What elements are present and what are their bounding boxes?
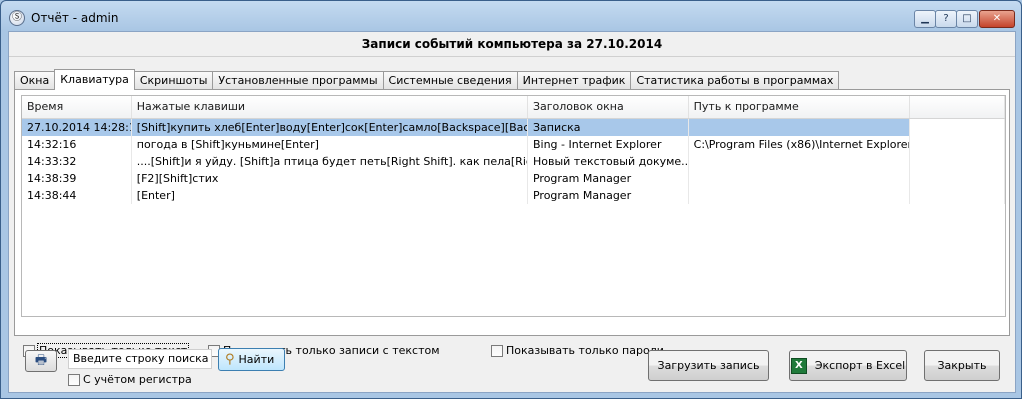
cell-time: 14:32:16 <box>22 136 132 153</box>
cell-keys: [Shift]купить хлеб[Enter]воду[Enter]сок[… <box>131 119 528 136</box>
magnifier-icon: ⚲ <box>225 352 235 367</box>
report-header: Записи событий компьютера за 27.10.2014 <box>9 32 1015 57</box>
client-area: Записи событий компьютера за 27.10.2014 … <box>8 31 1016 393</box>
report-window: Ⓢ Отчёт - admin ▁ ? □ ✕ Записи событий к… <box>0 0 1022 399</box>
window-title: Отчёт - admin <box>31 11 119 25</box>
load-record-button[interactable]: Загрузить запись <box>648 350 769 381</box>
tab-keyboard[interactable]: Клавиатура <box>54 69 135 90</box>
cell-program-path <box>689 187 911 204</box>
keystroke-table[interactable]: Время Нажатые клавиши Заголовок окна Пут… <box>21 95 1006 317</box>
column-header-empty <box>910 96 1005 118</box>
column-header-time[interactable]: Время <box>22 96 132 118</box>
table-row[interactable]: 14:32:16 погода в [Shift]куньмине[Enter]… <box>22 136 1005 153</box>
table-row[interactable]: 27.10.2014 14:28:19 [Shift]купить хлеб[E… <box>22 119 1005 136</box>
bottom-toolbar: 🖶 Введите строку поиска ⚲ Найти С учётом… <box>9 332 1015 394</box>
help-button[interactable]: ? <box>935 10 957 28</box>
table-header: Время Нажатые клавиши Заголовок окна Пут… <box>22 96 1005 119</box>
keyboard-panel: Время Нажатые клавиши Заголовок окна Пут… <box>14 89 1010 358</box>
table-row[interactable]: 14:38:44 [Enter] Program Manager <box>22 187 1005 204</box>
find-button[interactable]: ⚲ Найти <box>218 348 285 371</box>
tab-internet-traffic[interactable]: Интернет трафик <box>516 71 632 90</box>
cell-program-path <box>689 153 911 170</box>
maximize-button[interactable]: □ <box>956 10 978 28</box>
tab-screenshots[interactable]: Скриншоты <box>133 71 214 90</box>
table-row[interactable]: 14:33:32 ....[Shift]и я уйду. [Shift]а п… <box>22 153 1005 170</box>
export-excel-label: Экспорт в Excel <box>814 359 906 372</box>
cell-program-path: C:\Program Files (x86)\Internet Explorer… <box>689 136 911 153</box>
load-record-label: Загрузить запись <box>657 359 760 372</box>
cell-time: 14:38:44 <box>22 187 132 204</box>
table-row[interactable]: 14:38:39 [F2][Shift]стих Program Manager <box>22 170 1005 187</box>
case-sensitive-checkbox[interactable]: С учётом регистра <box>68 373 192 386</box>
tab-installed-programs[interactable]: Установленные программы <box>212 71 384 90</box>
close-button[interactable]: Закрыть <box>924 350 1000 381</box>
cell-time: 14:38:39 <box>22 170 132 187</box>
tab-system-info[interactable]: Системные сведения <box>382 71 518 90</box>
close-window-button[interactable]: ✕ <box>979 10 1015 28</box>
cell-window-title: Записка <box>527 119 689 136</box>
case-sensitive-label: С учётом регистра <box>83 373 192 386</box>
cell-program-path <box>688 119 911 136</box>
cell-keys: [Enter] <box>132 187 528 204</box>
printer-icon: 🖶 <box>34 353 48 368</box>
cell-window-title: Новый текстовый докуме... <box>528 153 689 170</box>
export-excel-button[interactable]: X Экспорт в Excel <box>789 350 907 381</box>
excel-icon: X <box>790 357 807 374</box>
find-button-label: Найти <box>238 353 275 366</box>
minimize-button[interactable]: ▁ <box>914 10 936 28</box>
close-button-label: Закрыть <box>937 359 987 372</box>
cell-keys: погода в [Shift]куньмине[Enter] <box>132 136 528 153</box>
column-header-keys[interactable]: Нажатые клавиши <box>132 96 528 118</box>
cell-program-path <box>689 170 911 187</box>
print-button[interactable]: 🖶 <box>25 350 57 372</box>
cell-time: 27.10.2014 14:28:19 <box>22 119 132 136</box>
column-header-window-title[interactable]: Заголовок окна <box>528 96 689 118</box>
cell-time: 14:33:32 <box>22 153 132 170</box>
cell-keys: [F2][Shift]стих <box>132 170 528 187</box>
tab-bar: Окна Клавиатура Скриншоты Установленные … <box>14 69 840 90</box>
cell-window-title: Program Manager <box>528 187 689 204</box>
cell-window-title: Program Manager <box>528 170 689 187</box>
title-bar[interactable]: Ⓢ Отчёт - admin ▁ ? □ ✕ <box>1 1 1021 31</box>
cell-keys: ....[Shift]и я уйду. [Shift]а птица буде… <box>132 153 528 170</box>
app-icon: Ⓢ <box>9 10 25 26</box>
column-header-program-path[interactable]: Путь к программе <box>689 96 911 118</box>
tab-program-statistics[interactable]: Статистика работы в программах <box>630 71 840 90</box>
tab-windows[interactable]: Окна <box>14 71 56 90</box>
checkbox-box[interactable] <box>68 373 80 386</box>
search-input[interactable]: Введите строку поиска <box>68 349 212 369</box>
cell-window-title: Bing - Internet Explorer <box>528 136 689 153</box>
